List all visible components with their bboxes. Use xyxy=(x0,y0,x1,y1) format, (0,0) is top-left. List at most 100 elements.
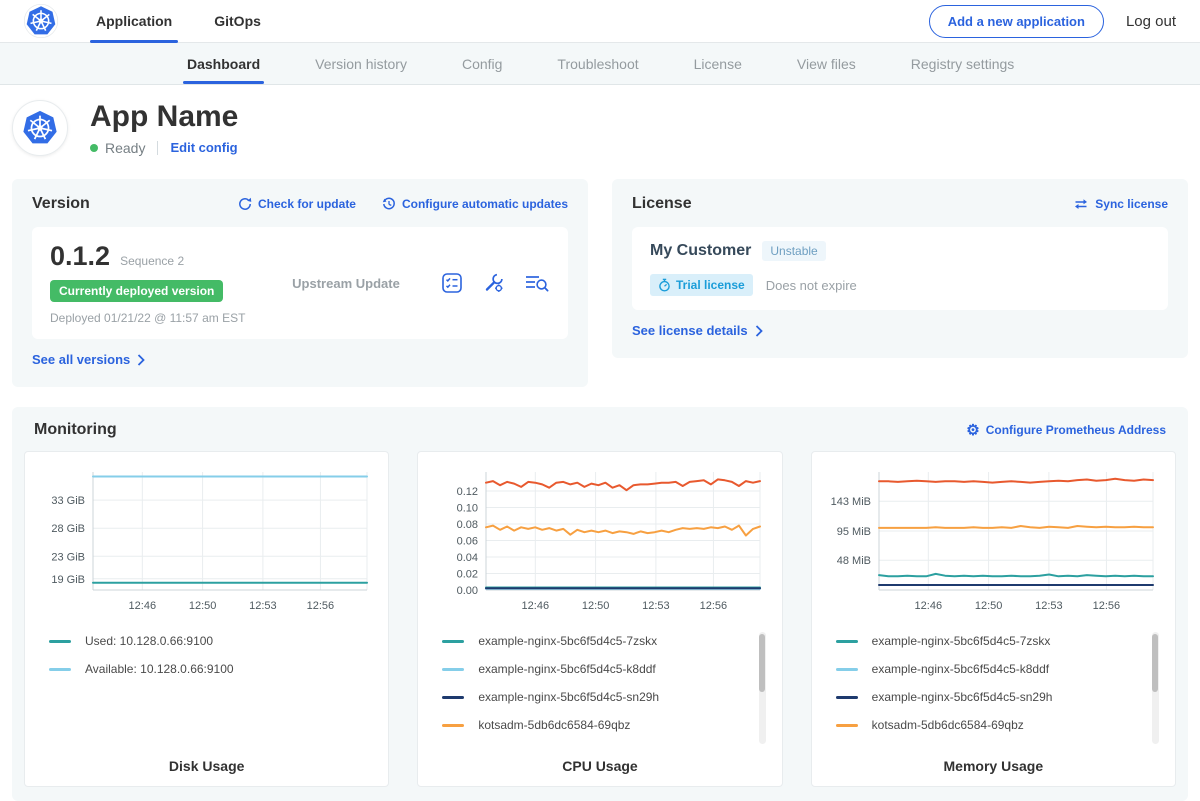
svg-text:12:46: 12:46 xyxy=(128,600,156,612)
svg-text:23 GiB: 23 GiB xyxy=(51,551,85,563)
stopwatch-icon xyxy=(658,278,671,292)
edit-config-link[interactable]: Edit config xyxy=(170,140,237,155)
svg-text:0.10: 0.10 xyxy=(457,502,478,514)
tab-dashboard[interactable]: Dashboard xyxy=(187,43,260,84)
disk-usage-chart-card: 12:46 12:50 12:53 12:56 33 GiB 28 GiB 23 GiB 19… xyxy=(24,451,389,787)
clock-update-icon xyxy=(382,197,396,211)
check-for-update-link[interactable]: Check for update xyxy=(238,197,356,211)
app-sub-nav: Dashboard Version history Config Trouble… xyxy=(0,43,1200,85)
svg-text:12:56: 12:56 xyxy=(1093,600,1121,612)
tab-version-history[interactable]: Version history xyxy=(315,43,407,84)
customer-name: My Customer xyxy=(650,242,751,260)
chart-title: Memory Usage xyxy=(824,758,1163,774)
svg-text:0.12: 0.12 xyxy=(457,486,478,498)
svg-text:0.02: 0.02 xyxy=(457,568,478,580)
legend-label: kotsadm-5db6dc6584-69qbz xyxy=(872,718,1024,732)
disk-usage-chart: 12:46 12:50 12:53 12:56 33 GiB 28 GiB 23 GiB 19… xyxy=(41,464,373,616)
license-card-title: License xyxy=(632,195,692,213)
legend-item: example-nginx-5bc6f5d4c5-7zskx xyxy=(442,634,751,648)
memory-usage-legend: example-nginx-5bc6f5d4c5-7zskx example-ng… xyxy=(824,630,1163,750)
top-nav: Application GitOps Add a new application… xyxy=(0,0,1200,43)
legend-item: example-nginx-5bc6f5d4c5-sn29h xyxy=(442,690,751,704)
monitoring-title: Monitoring xyxy=(34,421,117,439)
cpu-usage-chart-card: 12:4612:5012:5312:560.120.100.080.060.04… xyxy=(417,451,782,787)
tab-gitops[interactable]: GitOps xyxy=(208,0,267,43)
version-number: 0.1.2 xyxy=(50,241,110,272)
configure-prometheus-link[interactable]: ⚙ Configure Prometheus Address xyxy=(966,423,1166,438)
logout-button[interactable]: Log out xyxy=(1126,13,1176,30)
channel-badge: Unstable xyxy=(762,241,825,261)
preflight-checks-icon[interactable] xyxy=(440,271,464,295)
version-card-title: Version xyxy=(32,195,90,213)
legend-scrollbar[interactable] xyxy=(1152,632,1159,744)
svg-text:0.06: 0.06 xyxy=(457,535,478,547)
app-header: App Name Ready Edit config xyxy=(0,85,1200,171)
tab-license[interactable]: License xyxy=(694,43,742,84)
tab-registry-settings[interactable]: Registry settings xyxy=(911,43,1014,84)
memory-usage-chart: 12:4612:5012:5312:56143 MiB95 MiB48 MiB xyxy=(827,464,1159,616)
legend-color-dash xyxy=(49,640,71,643)
svg-text:0.08: 0.08 xyxy=(457,519,478,531)
app-avatar xyxy=(12,100,68,156)
svg-text:19 GiB: 19 GiB xyxy=(51,574,85,586)
svg-text:12:53: 12:53 xyxy=(249,600,277,612)
add-new-application-button[interactable]: Add a new application xyxy=(929,5,1104,38)
kubernetes-logo-icon[interactable] xyxy=(24,4,58,38)
refresh-icon xyxy=(238,197,252,211)
legend-label: example-nginx-5bc6f5d4c5-sn29h xyxy=(872,690,1053,704)
svg-text:28 GiB: 28 GiB xyxy=(51,523,85,535)
legend-label: example-nginx-5bc6f5d4c5-7zskx xyxy=(872,634,1051,648)
legend-item: example-nginx-5bc6f5d4c5-7zskx xyxy=(836,634,1145,648)
legend-item: example-nginx-5bc6f5d4c5-sn29h xyxy=(836,690,1145,704)
license-card: License Sync license My Customer Unstabl… xyxy=(612,179,1188,358)
see-all-versions-link[interactable]: See all versions xyxy=(32,352,145,367)
tab-config[interactable]: Config xyxy=(462,43,502,84)
legend-item: kotsadm-5db6dc6584-69qbz xyxy=(442,718,751,732)
chevron-right-icon xyxy=(137,354,145,366)
svg-text:12:56: 12:56 xyxy=(700,600,728,612)
view-deploy-logs-icon[interactable] xyxy=(524,271,550,295)
legend-label: example-nginx-5bc6f5d4c5-sn29h xyxy=(478,690,659,704)
svg-text:12:53: 12:53 xyxy=(1035,600,1063,612)
svg-text:12:50: 12:50 xyxy=(188,600,216,612)
sequence-label: Sequence 2 xyxy=(120,254,184,268)
edit-config-wrench-icon[interactable] xyxy=(482,271,506,295)
legend-color-dash xyxy=(836,640,858,643)
legend-scrollbar[interactable] xyxy=(759,632,766,744)
tab-application[interactable]: Application xyxy=(90,0,178,43)
sync-license-link[interactable]: Sync license xyxy=(1073,197,1168,211)
sync-icon xyxy=(1073,197,1089,211)
kubernetes-app-icon xyxy=(21,109,59,147)
legend-item: example-nginx-5bc6f5d4c5-k8ddf xyxy=(836,662,1145,676)
version-card: Version Check for update xyxy=(12,179,588,387)
legend-color-dash xyxy=(836,696,858,699)
legend-item: example-nginx-5bc6f5d4c5-k8ddf xyxy=(442,662,751,676)
svg-text:12:53: 12:53 xyxy=(642,600,670,612)
memory-usage-chart-card: 12:4612:5012:5312:56143 MiB95 MiB48 MiB … xyxy=(811,451,1176,787)
chart-title: Disk Usage xyxy=(37,758,376,774)
chart-title: CPU Usage xyxy=(430,758,769,774)
svg-text:33 GiB: 33 GiB xyxy=(51,495,85,507)
tab-view-files[interactable]: View files xyxy=(797,43,856,84)
legend-item: Available: 10.128.0.66:9100 xyxy=(49,662,358,676)
see-license-details-link[interactable]: See license details xyxy=(632,323,763,338)
legend-color-dash xyxy=(442,724,464,727)
gear-icon: ⚙ xyxy=(966,423,979,438)
legend-scrollbar-thumb[interactable] xyxy=(1152,634,1158,692)
svg-text:95 MiB: 95 MiB xyxy=(837,526,871,538)
legend-label: Used: 10.128.0.66:9100 xyxy=(85,634,213,648)
legend-color-dash xyxy=(49,668,71,671)
tab-troubleshoot[interactable]: Troubleshoot xyxy=(557,43,638,84)
legend-color-dash xyxy=(836,724,858,727)
configure-automatic-updates-link[interactable]: Configure automatic updates xyxy=(382,197,568,211)
upstream-update-label: Upstream Update xyxy=(260,276,432,291)
deployed-timestamp: Deployed 01/21/22 @ 11:57 am EST xyxy=(50,311,260,325)
cpu-usage-chart: 12:4612:5012:5312:560.120.100.080.060.04… xyxy=(434,464,766,616)
divider xyxy=(157,141,158,155)
svg-text:12:56: 12:56 xyxy=(306,600,334,612)
disk-usage-legend: Used: 10.128.0.66:9100 Available: 10.128.… xyxy=(37,630,376,750)
svg-text:48 MiB: 48 MiB xyxy=(837,555,871,567)
legend-scrollbar-thumb[interactable] xyxy=(759,634,765,692)
currently-deployed-badge: Currently deployed version xyxy=(50,280,223,302)
svg-text:0.00: 0.00 xyxy=(457,585,478,597)
